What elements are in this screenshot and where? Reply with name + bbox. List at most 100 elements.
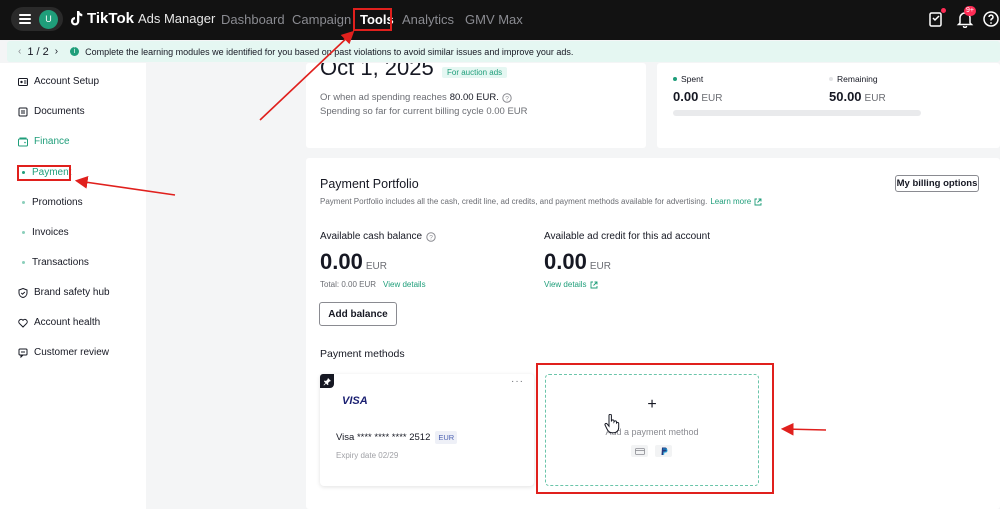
remaining-label-row: Remaining (829, 74, 878, 84)
review-icon (18, 348, 28, 358)
remaining-value: 50.00 (829, 89, 862, 104)
threshold-text: Or when ad spending reaches (320, 92, 447, 103)
help-icon[interactable] (982, 10, 1000, 28)
sidebar-item-label: Documents (34, 106, 85, 117)
svg-text:?: ? (429, 234, 433, 241)
pager-text: 1 / 2 (27, 45, 49, 58)
sidebar-item-brand-safety[interactable]: Brand safety hub (18, 287, 110, 298)
payment-portfolio-card: Payment Portfolio My billing options Pay… (306, 158, 1000, 509)
pin-icon (320, 374, 334, 388)
avatar[interactable]: U (39, 9, 58, 29)
sidebar-item-account-health[interactable]: Account health (18, 317, 100, 328)
banner-pager[interactable]: ‹ 1 / 2 › (18, 46, 58, 58)
sidebar-item-label: Brand safety hub (34, 287, 110, 298)
nav-gmv-max[interactable]: GMV Max (465, 12, 523, 27)
cash-balance-label: Available cash balance (320, 231, 423, 242)
bullet-icon (22, 261, 25, 264)
payment-methods-title: Payment methods (320, 348, 405, 360)
billing-threshold: Or when ad spending reaches 80.00 EUR. ? (320, 92, 512, 103)
account-setup-icon (18, 77, 28, 86)
banner-message: Complete the learning modules we identif… (85, 46, 574, 57)
auction-ads-tag: For auction ads (442, 67, 508, 78)
billing-cycle-card: Oct 1, 2025 For auction ads Or when ad s… (306, 63, 646, 148)
card-number-row: Visa **** **** **** 2512 EUR (336, 431, 458, 444)
nav-analytics[interactable]: Analytics (402, 12, 454, 27)
sidebar-item-transactions[interactable]: Transactions (22, 257, 89, 268)
chevron-left-icon[interactable]: ‹ (18, 46, 21, 57)
remaining-label: Remaining (837, 74, 878, 84)
ad-credit-label: Available ad credit for this ad account (544, 231, 711, 242)
sidebar: Account Setup Documents Finance Payment … (0, 63, 146, 509)
bullet-icon (22, 231, 25, 234)
help-circle-icon[interactable]: ? (502, 92, 512, 103)
remaining-currency: EUR (864, 93, 886, 104)
spent-label: Spent (681, 74, 704, 84)
budget-progress-bar (673, 110, 921, 116)
learn-more-link[interactable]: Learn more (710, 197, 751, 206)
external-link-icon[interactable] (754, 198, 762, 206)
sidebar-item-label: Invoices (32, 227, 69, 238)
remaining-amount: 50.00 EUR (829, 89, 886, 104)
sidebar-item-finance[interactable]: Finance (18, 136, 70, 147)
spent-amount: 0.00 EUR (673, 89, 722, 104)
add-balance-button[interactable]: Add balance (319, 302, 397, 326)
spent-legend-dot (673, 77, 677, 81)
annotation-box-payment (17, 165, 71, 181)
sidebar-item-account-setup[interactable]: Account Setup (18, 76, 99, 87)
sidebar-item-promotions[interactable]: Promotions (22, 197, 83, 208)
cash-total-row: Total: 0.00 EUR View details (320, 280, 426, 289)
learning-banner: ‹ 1 / 2 › i Complete the learning module… (7, 41, 1000, 62)
nav-campaign[interactable]: Campaign (292, 12, 351, 27)
cash-balance-amount: 0.00 EUR (320, 249, 387, 275)
annotation-box-tools (353, 8, 392, 31)
sidebar-item-label: Customer review (34, 347, 110, 358)
sidebar-item-label: Account health (34, 317, 101, 328)
sidebar-item-label: Account Setup (34, 76, 100, 87)
hamburger-icon (19, 14, 31, 24)
spent-label-row: Spent (673, 74, 703, 84)
annotation-box-add-payment (536, 363, 774, 494)
cash-total: Total: 0.00 EUR (320, 280, 377, 289)
info-icon: i (70, 47, 80, 56)
cash-view-details-link[interactable]: View details (383, 280, 426, 289)
ad-credit-currency: EUR (589, 261, 611, 272)
threshold-value: 80.00 EUR. (449, 92, 499, 103)
external-link-icon[interactable] (590, 281, 598, 289)
ad-credit-value: 0.00 (544, 249, 587, 274)
cash-balance-value: 0.00 (320, 249, 363, 274)
brand-logo[interactable]: TikTok Ads Manager (70, 10, 215, 27)
sidebar-item-customer-review[interactable]: Customer review (18, 347, 109, 358)
brand-suffix: Ads Manager (137, 11, 216, 26)
sidebar-item-invoices[interactable]: Invoices (22, 227, 69, 238)
visa-logo: VISA (342, 395, 368, 407)
help-circle-icon[interactable]: ? (426, 231, 436, 242)
menu-button[interactable]: U (11, 7, 63, 31)
sidebar-item-label: Transactions (32, 257, 89, 268)
card-expiry: Expiry date 02/29 (336, 451, 399, 460)
chevron-right-icon[interactable]: › (55, 46, 58, 57)
top-nav-bar: U TikTok Ads Manager Dashboard Campaign … (0, 0, 1000, 40)
portfolio-description: Payment Portfolio includes all the cash,… (320, 197, 708, 206)
billing-options-button[interactable]: My billing options (895, 175, 979, 192)
sidebar-item-label: Promotions (32, 197, 83, 208)
ad-credit-amount: 0.00 EUR (544, 249, 611, 275)
ad-credit-details-row: View details (544, 280, 598, 289)
svg-text:?: ? (505, 95, 509, 102)
shield-icon (18, 287, 28, 298)
bullet-icon (22, 201, 25, 204)
nav-dashboard[interactable]: Dashboard (221, 12, 285, 27)
health-icon (18, 318, 28, 328)
portfolio-description-row: Payment Portfolio includes all the cash,… (320, 197, 762, 206)
spent-value: 0.00 (673, 89, 699, 104)
notification-badge: 9+ (964, 6, 976, 16)
more-options-icon[interactable]: ··· (511, 376, 524, 387)
cash-balance-label-row: Available cash balance ? (320, 231, 436, 242)
spent-currency: EUR (701, 93, 723, 104)
brand-name: TikTok (87, 10, 134, 27)
visa-card-tile[interactable]: ··· VISA Visa **** **** **** 2512 EUR Ex… (320, 374, 534, 486)
cash-balance-currency: EUR (365, 261, 387, 272)
documents-icon (18, 107, 28, 116)
sidebar-item-documents[interactable]: Documents (18, 106, 85, 117)
spent-so-far: Spending so far for current billing cycl… (320, 106, 528, 117)
ad-credit-view-details-link[interactable]: View details (544, 280, 587, 289)
